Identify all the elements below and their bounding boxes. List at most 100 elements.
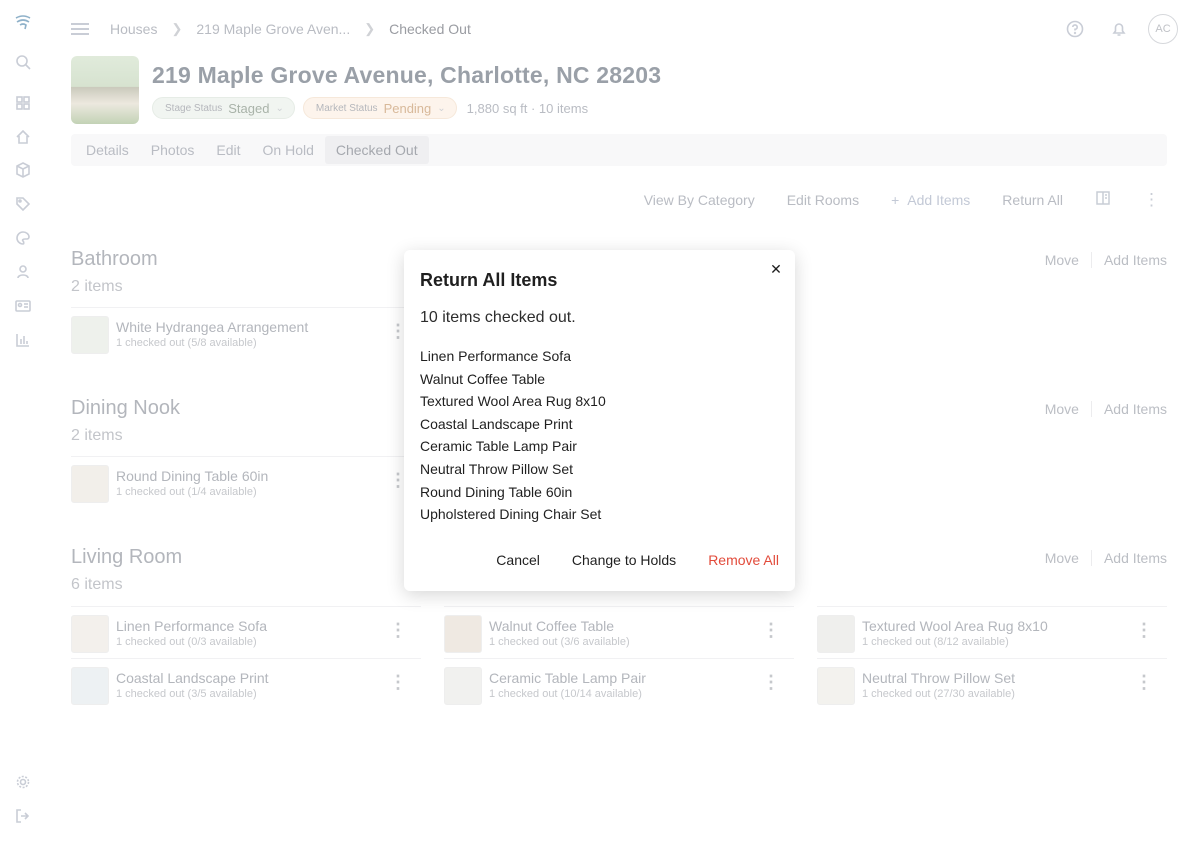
change-to-holds-button[interactable]: Change to Holds — [572, 552, 676, 568]
list-item[interactable]: Coastal Landscape Print 1 checked out (3… — [71, 658, 421, 710]
top-bar: Houses ❯ 219 Maple Grove Aven... ❯ Check… — [46, 0, 1200, 60]
tab-photos[interactable]: Photos — [140, 136, 206, 164]
item-thumbnail — [817, 667, 855, 705]
tab-on-hold[interactable]: On Hold — [252, 136, 325, 164]
cancel-button[interactable]: Cancel — [496, 552, 540, 568]
settings-icon[interactable] — [13, 772, 33, 792]
item-name: Textured Wool Area Rug 8x10 — [862, 618, 1048, 634]
modal-item-list: Linen Performance Sofa Walnut Coffee Tab… — [420, 345, 606, 526]
list-item[interactable]: Walnut Coffee Table 1 checked out (3/6 a… — [444, 606, 794, 658]
list-item[interactable]: Ceramic Table Lamp Pair 1 checked out (1… — [444, 658, 794, 710]
item-status: 1 checked out (27/30 available) — [862, 688, 1015, 700]
item-name: White Hydrangea Arrangement — [116, 319, 309, 335]
move-button[interactable]: Move — [1045, 550, 1092, 566]
item-name: Neutral Throw Pillow Set — [862, 670, 1016, 686]
item-thumbnail — [444, 615, 482, 653]
breadcrumb: Houses ❯ 219 Maple Grove Aven... ❯ Check… — [110, 21, 471, 37]
left-rail — [0, 0, 46, 844]
close-icon[interactable]: ✕ — [767, 260, 785, 278]
modal-title: Return All Items — [420, 270, 558, 290]
item-status: 1 checked out (10/14 available) — [489, 688, 642, 700]
add-items-button[interactable]: Add Items — [1092, 252, 1167, 268]
modal-item: Neutral Throw Pillow Set — [420, 460, 574, 477]
id-card-icon[interactable] — [13, 296, 33, 316]
home-icon[interactable] — [13, 127, 33, 147]
palette-icon[interactable] — [13, 228, 33, 248]
modal-item: Textured Wool Area Rug 8x10 — [420, 393, 606, 410]
modal-item: Ceramic Table Lamp Pair — [420, 438, 577, 455]
more-options-icon[interactable]: ⋮ — [762, 673, 780, 691]
breadcrumb-house[interactable]: 219 Maple Grove Aven... — [196, 21, 350, 37]
menu-icon[interactable] — [70, 20, 90, 40]
more-options-icon[interactable]: ⋮ — [1135, 673, 1153, 691]
tab-details[interactable]: Details — [75, 136, 140, 164]
box-icon[interactable] — [13, 160, 33, 180]
item-name: Coastal Landscape Print — [116, 670, 269, 686]
chevron-right-icon: ❯ — [171, 21, 183, 36]
remove-all-button[interactable]: Remove All — [708, 552, 779, 568]
actions-toolbar: View By Category Edit Rooms + Add Items … — [644, 190, 1160, 209]
help-icon[interactable] — [1060, 14, 1090, 44]
item-status: 1 checked out (3/6 available) — [489, 636, 630, 648]
item-status: 1 checked out (0/3 available) — [116, 636, 257, 648]
chevron-down-icon: ⌄ — [437, 102, 446, 114]
house-photo — [71, 56, 139, 124]
item-thumbnail — [71, 316, 109, 354]
search-icon[interactable] — [13, 52, 33, 72]
list-item[interactable]: Round Dining Table 60in 1 checked out (1… — [71, 456, 421, 508]
more-options-icon[interactable]: ⋮ — [762, 621, 780, 639]
edit-rooms-button[interactable]: Edit Rooms — [787, 192, 859, 208]
item-status: 1 checked out (5/8 available) — [116, 337, 257, 349]
stage-status-dropdown[interactable]: Stage Status Staged ⌄ — [152, 97, 295, 119]
market-status-value: Pending — [383, 100, 432, 116]
list-item[interactable]: White Hydrangea Arrangement 1 checked ou… — [71, 307, 421, 359]
tab-bar: Details Photos Edit On Hold Checked Out — [71, 134, 1167, 166]
market-status-label: Market Status — [315, 102, 378, 114]
stage-status-value: Staged — [228, 100, 270, 116]
more-options-icon[interactable]: ⋮ — [1143, 191, 1160, 208]
item-name: Walnut Coffee Table — [489, 618, 615, 634]
item-name: Ceramic Table Lamp Pair — [489, 670, 646, 686]
item-status: 1 checked out (1/4 available) — [116, 486, 257, 498]
stage-status-label: Stage Status — [165, 102, 223, 114]
list-item[interactable]: Textured Wool Area Rug 8x10 1 checked ou… — [817, 606, 1167, 658]
house-meta: 1,880 sq ft · 10 items — [466, 100, 589, 116]
view-by-category-button[interactable]: View By Category — [644, 192, 755, 208]
move-button[interactable]: Move — [1045, 252, 1092, 268]
list-item[interactable]: Linen Performance Sofa 1 checked out (0/… — [71, 606, 421, 658]
breadcrumb-houses[interactable]: Houses — [110, 21, 157, 37]
tab-edit[interactable]: Edit — [205, 136, 251, 164]
add-items-button[interactable]: + Add Items — [891, 192, 970, 208]
add-items-label: Add Items — [907, 191, 971, 208]
chart-icon[interactable] — [13, 330, 33, 350]
item-name: Linen Performance Sofa — [116, 618, 267, 634]
more-options-icon[interactable]: ⋮ — [389, 673, 407, 691]
avatar[interactable]: AC — [1148, 14, 1178, 44]
more-options-icon[interactable]: ⋮ — [389, 621, 407, 639]
more-options-icon[interactable]: ⋮ — [1135, 621, 1153, 639]
add-items-button[interactable]: Add Items — [1092, 401, 1167, 417]
section-count: 2 items — [71, 427, 123, 444]
item-thumbnail — [71, 615, 109, 653]
market-status-dropdown[interactable]: Market Status Pending ⌄ — [302, 97, 457, 119]
item-thumbnail — [817, 615, 855, 653]
section-count: 6 items — [71, 576, 123, 593]
item-status: 1 checked out (3/5 available) — [116, 688, 257, 700]
tab-checked-out[interactable]: Checked Out — [324, 136, 429, 164]
user-icon[interactable] — [13, 262, 33, 282]
move-button[interactable]: Move — [1045, 401, 1092, 417]
columns-icon[interactable] — [1095, 190, 1111, 209]
item-thumbnail — [71, 667, 109, 705]
logo-icon[interactable] — [13, 12, 33, 32]
add-items-button[interactable]: Add Items — [1092, 550, 1167, 566]
item-thumbnail — [444, 667, 482, 705]
logout-icon[interactable] — [13, 806, 33, 826]
bell-icon[interactable] — [1104, 14, 1134, 44]
modal-item: Walnut Coffee Table — [420, 370, 546, 387]
plus-icon: + — [891, 191, 900, 208]
dashboard-icon[interactable] — [13, 93, 33, 113]
return-all-button[interactable]: Return All — [1002, 192, 1063, 208]
list-item[interactable]: Neutral Throw Pillow Set 1 checked out (… — [817, 658, 1167, 710]
chevron-right-icon: ❯ — [364, 21, 376, 36]
tag-icon[interactable] — [13, 194, 33, 214]
